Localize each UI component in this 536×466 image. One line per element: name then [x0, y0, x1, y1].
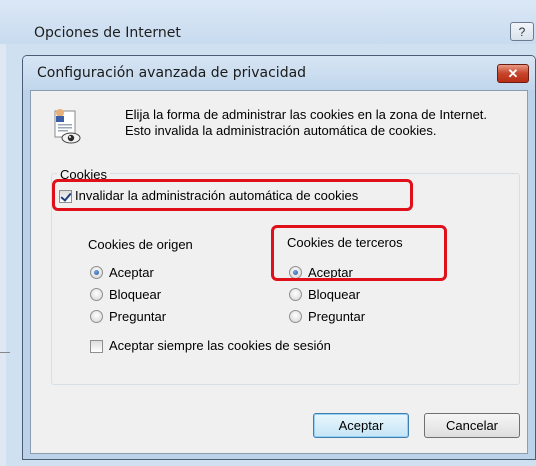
always-allow-session-cookies-label[interactable]: Aceptar siempre las cookies de sesión — [109, 338, 331, 353]
third-party-prompt-label[interactable]: Preguntar — [308, 309, 365, 324]
parent-window-body — [0, 44, 6, 466]
dialog-client-area: Elija la forma de administrar las cookie… — [30, 90, 528, 454]
highlight-box-third-party — [271, 225, 447, 281]
always-allow-session-cookies-checkbox[interactable] — [90, 340, 103, 353]
intro-line-1: Elija la forma de administrar las cookie… — [125, 107, 488, 122]
first-party-accept-radio[interactable] — [90, 266, 103, 279]
first-party-prompt-radio[interactable] — [90, 310, 103, 323]
third-party-prompt-radio[interactable] — [289, 310, 302, 323]
cancel-button[interactable]: Cancelar — [424, 413, 520, 438]
advanced-privacy-dialog: Configuración avanzada de privacidad ✕ E… — [22, 55, 536, 460]
close-button[interactable]: ✕ — [497, 64, 529, 83]
dialog-titlebar[interactable]: Configuración avanzada de privacidad ✕ — [23, 56, 535, 90]
first-party-block-label[interactable]: Bloquear — [109, 287, 161, 302]
intro-line-2: Esto invalida la administración automáti… — [125, 123, 437, 138]
highlight-box-override — [52, 179, 413, 211]
parent-window-title: Opciones de Internet — [34, 25, 181, 41]
parent-titlebar: Opciones de Internet ? — [0, 0, 536, 44]
first-party-block-radio[interactable] — [90, 288, 103, 301]
document-privacy-icon — [54, 109, 81, 144]
first-party-prompt-label[interactable]: Preguntar — [109, 309, 166, 324]
third-party-block-label[interactable]: Bloquear — [308, 287, 360, 302]
eye-icon — [61, 132, 81, 144]
close-icon: ✕ — [507, 66, 519, 81]
ok-button[interactable]: Aceptar — [313, 413, 409, 438]
first-party-accept-label[interactable]: Aceptar — [109, 265, 154, 280]
intro-text: Elija la forma de administrar las cookie… — [125, 107, 525, 139]
divider — [0, 352, 10, 353]
help-button[interactable]: ? — [510, 22, 534, 41]
first-party-heading: Cookies de origen — [88, 237, 193, 252]
dialog-title: Configuración avanzada de privacidad — [37, 65, 307, 81]
third-party-block-radio[interactable] — [289, 288, 302, 301]
